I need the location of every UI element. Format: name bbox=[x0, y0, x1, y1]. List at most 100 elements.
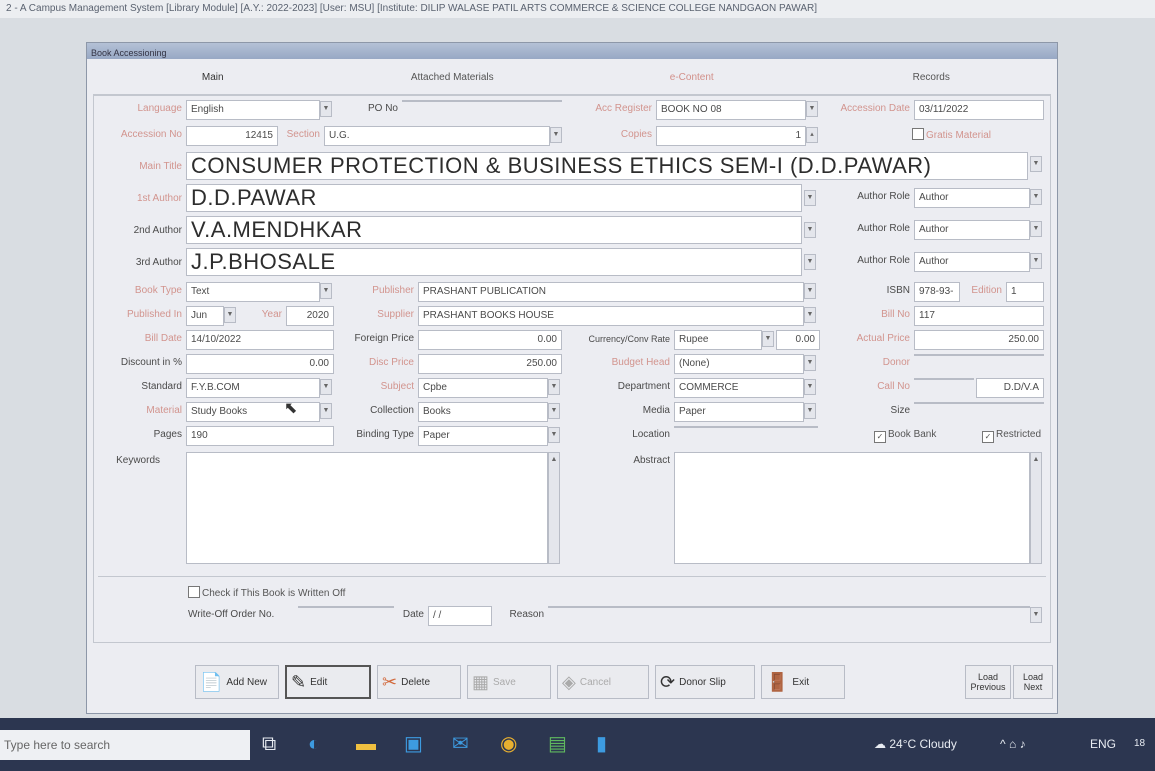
chevron-down-icon[interactable]: ▼ bbox=[1030, 156, 1042, 172]
keywords-textarea[interactable] bbox=[186, 452, 548, 564]
abstract-scrollbar[interactable]: ▲ bbox=[1030, 452, 1042, 564]
year-input[interactable]: 2020 bbox=[286, 306, 334, 326]
reason-select[interactable] bbox=[548, 606, 1030, 608]
bill-no-input[interactable]: 117 bbox=[914, 306, 1044, 326]
chevron-down-icon[interactable]: ▼ bbox=[762, 331, 774, 347]
chevron-down-icon[interactable]: ▼ bbox=[804, 355, 816, 371]
language-select[interactable]: English bbox=[186, 100, 320, 120]
chevron-up-icon[interactable]: ^ bbox=[1000, 737, 1006, 751]
chevron-down-icon[interactable]: ▼ bbox=[804, 254, 816, 270]
chevron-down-icon[interactable]: ▼ bbox=[548, 403, 560, 419]
checkbox-icon[interactable] bbox=[188, 586, 200, 598]
chevron-down-icon[interactable]: ▼ bbox=[804, 379, 816, 395]
currency-select[interactable]: Rupee bbox=[674, 330, 762, 350]
language-indicator[interactable]: ENG bbox=[1090, 734, 1116, 754]
donor-input[interactable] bbox=[914, 354, 1044, 356]
author-role-3-select[interactable]: Author bbox=[914, 252, 1030, 272]
call-no-input[interactable]: D.D/V.A bbox=[976, 378, 1044, 398]
isbn-input[interactable]: 978-93- bbox=[914, 282, 960, 302]
keywords-scrollbar[interactable]: ▲ bbox=[548, 452, 560, 564]
write-off-date-input[interactable]: / / bbox=[428, 606, 492, 626]
chevron-down-icon[interactable]: ▼ bbox=[804, 403, 816, 419]
add-new-button[interactable]: 📄 Add New bbox=[195, 665, 279, 699]
tab-main[interactable]: Main bbox=[93, 61, 333, 95]
checkbox-checked-icon[interactable]: ✓ bbox=[874, 431, 886, 443]
checkbox-icon[interactable] bbox=[912, 128, 924, 140]
disc-price-input[interactable]: 250.00 bbox=[418, 354, 562, 374]
cancel-button[interactable]: ◈ Cancel bbox=[557, 665, 649, 699]
binding-type-select[interactable]: Paper bbox=[418, 426, 548, 446]
copies-stepper[interactable]: 1 bbox=[656, 126, 806, 146]
tab-attached-materials[interactable]: Attached Materials bbox=[332, 61, 572, 95]
chevron-down-icon[interactable]: ▼ bbox=[320, 403, 332, 419]
acc-register-select[interactable]: BOOK NO 08 bbox=[656, 100, 806, 120]
file-explorer-icon[interactable]: ▬ bbox=[356, 732, 376, 756]
app-icon[interactable]: ▤ bbox=[548, 732, 567, 756]
published-month-select[interactable]: Jun bbox=[186, 306, 224, 326]
publisher-select[interactable]: PRASHANT PUBLICATION bbox=[418, 282, 804, 302]
book-bank-checkbox[interactable]: ✓ Book Bank bbox=[874, 428, 936, 443]
accession-no-input[interactable]: 12415 bbox=[186, 126, 278, 146]
budget-head-select[interactable]: (None) bbox=[674, 354, 804, 374]
spinner-icon[interactable]: ▴ bbox=[806, 127, 818, 143]
chrome-icon[interactable]: ◉ bbox=[500, 732, 517, 756]
chevron-down-icon[interactable]: ▼ bbox=[804, 307, 816, 323]
third-author-input[interactable]: J.P.BHOSALE bbox=[186, 248, 802, 276]
clock[interactable]: 18 bbox=[1134, 734, 1145, 754]
chevron-down-icon[interactable]: ▼ bbox=[1030, 221, 1042, 237]
chevron-down-icon[interactable]: ▼ bbox=[1030, 253, 1042, 269]
store-icon[interactable]: ▣ bbox=[404, 732, 423, 756]
chevron-down-icon[interactable]: ▼ bbox=[804, 283, 816, 299]
chevron-down-icon[interactable]: ▼ bbox=[320, 283, 332, 299]
checkbox-checked-icon[interactable]: ✓ bbox=[982, 431, 994, 443]
mail-icon[interactable]: ✉ bbox=[452, 732, 469, 756]
collection-select[interactable]: Books bbox=[418, 402, 548, 422]
load-next-button[interactable]: Load Next bbox=[1013, 665, 1053, 699]
foreign-price-input[interactable]: 0.00 bbox=[418, 330, 562, 350]
chevron-down-icon[interactable]: ▼ bbox=[224, 307, 236, 323]
save-button[interactable]: ▦ Save bbox=[467, 665, 551, 699]
call-no-prefix-input[interactable] bbox=[914, 378, 974, 380]
media-select[interactable]: Paper bbox=[674, 402, 804, 422]
delete-button[interactable]: ✂ Delete bbox=[377, 665, 461, 699]
accession-date-input[interactable]: 03/11/2022 bbox=[914, 100, 1044, 120]
write-off-order-input[interactable] bbox=[298, 606, 394, 608]
chevron-down-icon[interactable]: ▼ bbox=[804, 190, 816, 206]
speaker-icon[interactable]: ♪ bbox=[1020, 737, 1026, 751]
weather-widget[interactable]: ☁ 24°C Cloudy bbox=[874, 734, 957, 754]
book-type-select[interactable]: Text bbox=[186, 282, 320, 302]
actual-price-input[interactable]: 250.00 bbox=[914, 330, 1044, 350]
author-role-2-select[interactable]: Author bbox=[914, 220, 1030, 240]
restricted-checkbox[interactable]: ✓ Restricted bbox=[982, 428, 1041, 443]
abstract-textarea[interactable] bbox=[674, 452, 1030, 564]
department-select[interactable]: COMMERCE bbox=[674, 378, 804, 398]
chevron-down-icon[interactable]: ▼ bbox=[320, 101, 332, 117]
edit-button[interactable]: ✎ Edit bbox=[285, 665, 371, 699]
tray-icons[interactable]: ^ ⌂ ♪ bbox=[1000, 734, 1026, 754]
chevron-down-icon[interactable]: ▼ bbox=[550, 127, 562, 143]
chevron-down-icon[interactable]: ▼ bbox=[548, 379, 560, 395]
standard-select[interactable]: F.Y.B.COM bbox=[186, 378, 320, 398]
write-off-checkbox[interactable]: Check if This Book is Written Off bbox=[188, 586, 345, 601]
material-select[interactable]: Study Books bbox=[186, 402, 320, 422]
main-title-input[interactable]: CONSUMER PROTECTION & BUSINESS ETHICS SE… bbox=[186, 152, 1028, 180]
conv-rate-input[interactable]: 0.00 bbox=[776, 330, 820, 350]
tab-e-content[interactable]: e-Content bbox=[572, 61, 812, 95]
author-role-1-select[interactable]: Author bbox=[914, 188, 1030, 208]
location-input[interactable] bbox=[674, 426, 818, 428]
section-select[interactable]: U.G. bbox=[324, 126, 550, 146]
word-icon[interactable]: ▮ bbox=[596, 732, 607, 756]
tab-records[interactable]: Records bbox=[811, 61, 1051, 95]
task-view-icon[interactable]: ⧉ bbox=[262, 732, 276, 756]
supplier-select[interactable]: PRASHANT BOOKS HOUSE bbox=[418, 306, 804, 326]
subject-select[interactable]: Cpbe bbox=[418, 378, 548, 398]
po-no-input[interactable] bbox=[402, 100, 562, 102]
exit-button[interactable]: 🚪 Exit bbox=[761, 665, 845, 699]
second-author-input[interactable]: V.A.MENDHKAR bbox=[186, 216, 802, 244]
bill-date-input[interactable]: 14/10/2022 bbox=[186, 330, 334, 350]
edition-input[interactable]: 1 bbox=[1006, 282, 1044, 302]
discount-input[interactable]: 0.00 bbox=[186, 354, 334, 374]
taskbar-search-box[interactable]: Type here to search bbox=[0, 730, 250, 760]
chevron-down-icon[interactable]: ▼ bbox=[1030, 189, 1042, 205]
chevron-down-icon[interactable]: ▼ bbox=[548, 427, 560, 443]
